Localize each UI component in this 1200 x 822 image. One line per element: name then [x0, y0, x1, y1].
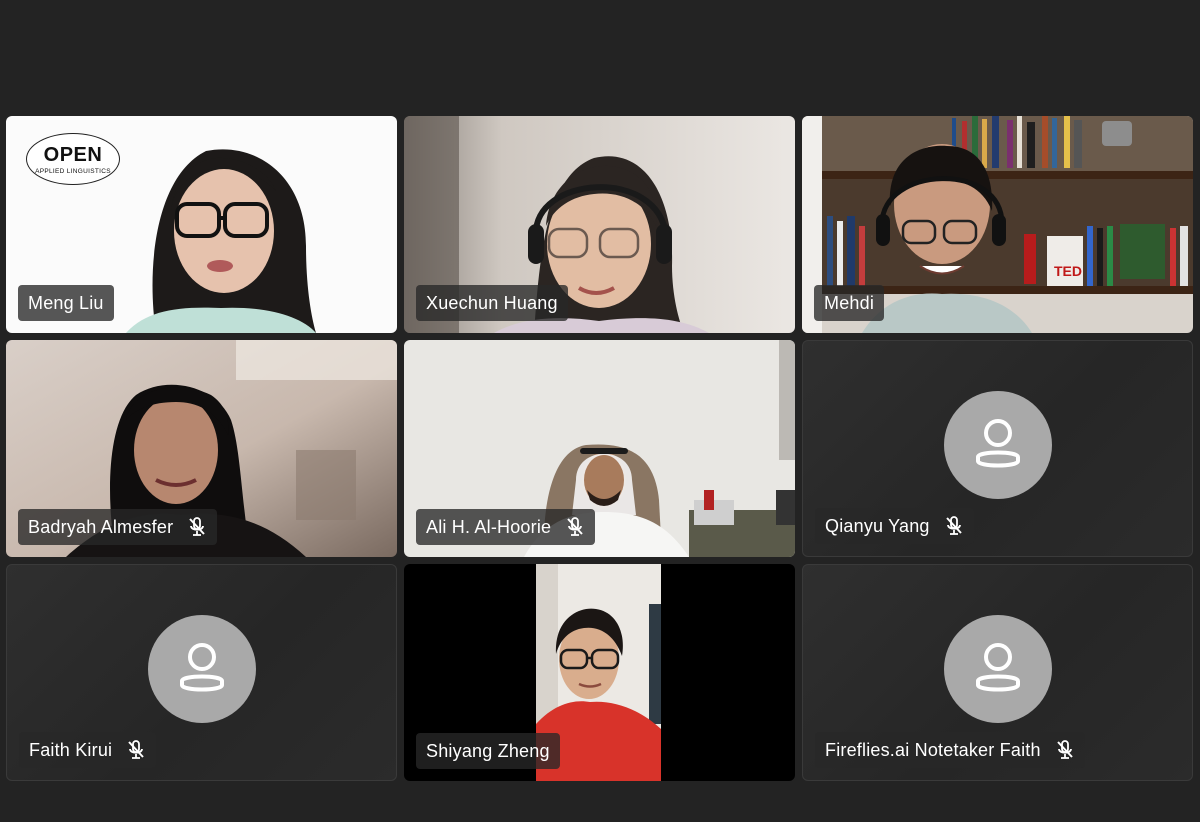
open-applied-linguistics-logo: OPEN APPLIED LINGUISTICS: [26, 133, 120, 185]
svg-text:TED: TED: [1054, 263, 1082, 279]
participant-name-tag: Xuechun Huang: [416, 285, 568, 321]
participant-tile-ali-al-hoorie[interactable]: Ali H. Al-Hoorie: [404, 340, 795, 557]
participant-name-tag: Mehdi: [814, 285, 885, 321]
mic-muted-icon: [128, 740, 144, 759]
participant-name-tag: Faith Kirui: [19, 732, 157, 768]
participant-tile-qianyu-yang[interactable]: Qianyu Yang: [802, 340, 1193, 557]
participant-name-tag: Shiyang Zheng: [416, 733, 560, 769]
participant-name: Qianyu Yang: [825, 515, 930, 536]
participant-name-tag: Badryah Almesfer: [18, 509, 218, 545]
video-meeting-gallery: OPEN APPLIED LINGUISTICS Meng Liu Xuechu…: [0, 0, 1200, 822]
participant-name: Ali H. Al-Hoorie: [426, 516, 552, 537]
user-placeholder-icon: [147, 614, 256, 723]
mic-muted-icon: [1056, 740, 1073, 759]
mic-muted-icon: [945, 516, 962, 535]
participant-name: Meng Liu: [28, 292, 104, 313]
logo-main-text: OPEN: [43, 144, 103, 166]
mic-muted-icon: [567, 517, 583, 536]
participant-tile-faith-kirui[interactable]: Faith Kirui: [6, 564, 397, 781]
participant-name: Xuechun Huang: [426, 292, 558, 313]
participant-tile-xuechun-huang[interactable]: Xuechun Huang: [404, 116, 795, 333]
participant-name: Shiyang Zheng: [426, 740, 550, 761]
participant-name-tag: Meng Liu: [18, 285, 114, 321]
user-placeholder-icon: [943, 614, 1052, 723]
participant-tile-mehdi[interactable]: TED Mehdi: [802, 116, 1193, 333]
participant-name: Faith Kirui: [29, 739, 113, 760]
participant-name-tag: Qianyu Yang: [815, 508, 974, 544]
mic-muted-icon: [189, 517, 206, 536]
participant-tile-shiyang-zheng[interactable]: Shiyang Zheng: [404, 564, 795, 781]
participant-name: Fireflies.ai Notetaker Faith: [825, 739, 1041, 760]
user-placeholder-icon: [943, 390, 1052, 499]
participant-name-tag: Fireflies.ai Notetaker Faith: [815, 732, 1085, 768]
participant-name: Badryah Almesfer: [28, 516, 174, 537]
participant-tile-fireflies-notetaker[interactable]: Fireflies.ai Notetaker Faith: [802, 564, 1193, 781]
participant-name: Mehdi: [824, 292, 875, 313]
participant-name-tag: Ali H. Al-Hoorie: [416, 509, 596, 545]
logo-sub-text: APPLIED LINGUISTICS: [35, 168, 111, 175]
participant-tile-meng-liu[interactable]: OPEN APPLIED LINGUISTICS Meng Liu: [6, 116, 397, 333]
participant-tile-badryah-almesfer[interactable]: Badryah Almesfer: [6, 340, 397, 557]
